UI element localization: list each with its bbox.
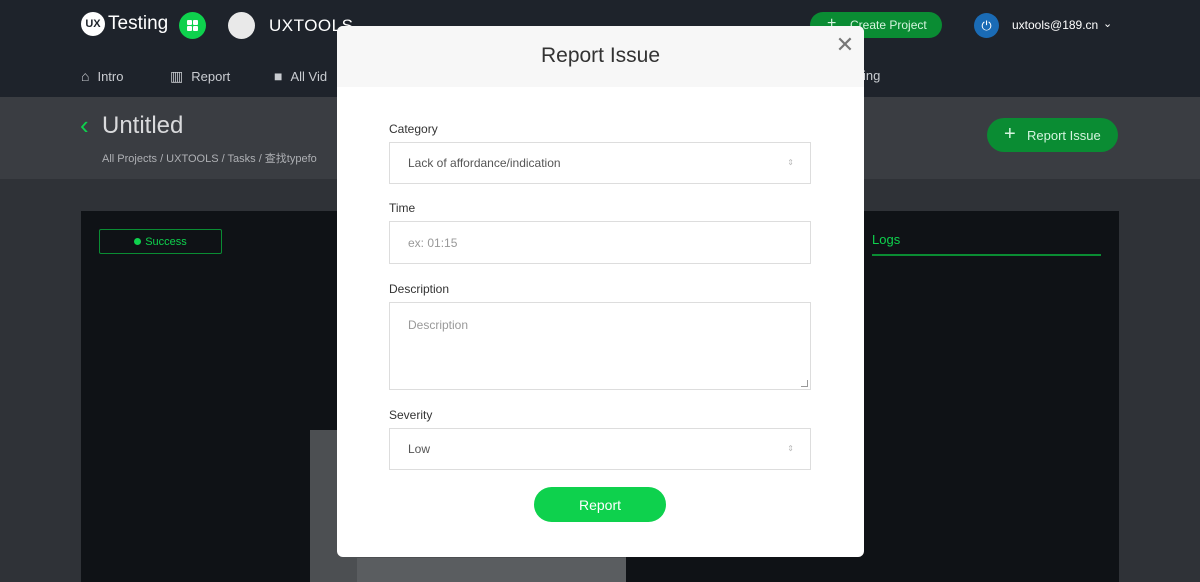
severity-label: Severity [389, 408, 433, 422]
description-textarea[interactable]: Description [389, 302, 811, 390]
description-placeholder: Description [408, 318, 469, 332]
modal-title: Report Issue [540, 44, 661, 67]
description-label: Description [389, 282, 450, 296]
category-select[interactable]: Lack of affordance/indication ⇕ [389, 142, 811, 184]
category-value: Lack of affordance/indication [408, 156, 561, 170]
category-label: Category [389, 122, 438, 136]
severity-value: Low [408, 442, 431, 456]
time-input[interactable]: ex: 01:15 [389, 221, 811, 264]
severity-select[interactable]: Low ⇕ [389, 428, 811, 470]
report-submit-button[interactable]: Report [534, 487, 666, 522]
report-issue-modal: Report Issue ✕ Category Lack of affordan… [337, 26, 864, 557]
chevron-down-icon: ⇕ [787, 158, 794, 167]
close-icon[interactable]: ✕ [834, 34, 856, 56]
time-placeholder: ex: 01:15 [408, 235, 458, 250]
chevron-down-icon: ⇕ [787, 444, 794, 453]
time-label: Time [389, 201, 416, 215]
resize-handle-icon[interactable] [801, 380, 808, 387]
modal-header: Report Issue ✕ [337, 26, 864, 87]
